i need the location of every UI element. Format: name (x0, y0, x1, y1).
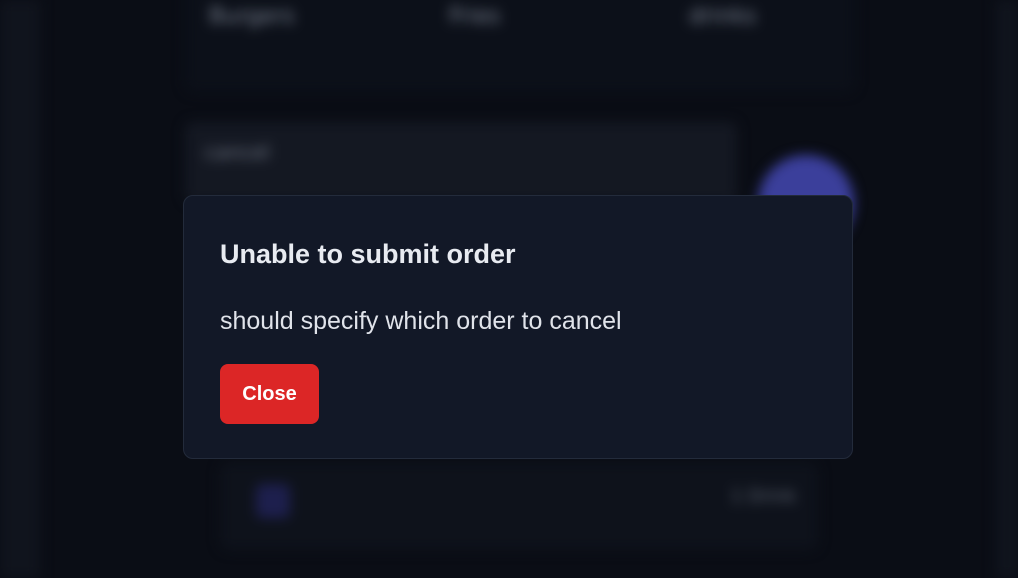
category-fries[interactable]: Fries (449, 4, 500, 29)
close-button[interactable]: Close (220, 364, 319, 424)
category-burgers[interactable]: Burgers (209, 4, 295, 29)
category-drinks[interactable]: drinks (689, 4, 756, 29)
dialog-title: Unable to submit order (220, 239, 516, 269)
drink-icon (256, 484, 290, 518)
order-summary-card: 1 Drink (220, 462, 818, 550)
order-input[interactable]: cancel (185, 122, 737, 202)
order-input-value: cancel (205, 140, 270, 164)
order-summary-label: 1 Drink (730, 486, 796, 507)
background-side-left (0, 0, 40, 578)
background-side-right (996, 0, 1018, 578)
error-dialog: Unable to submit order should specify wh… (183, 195, 853, 459)
dialog-message: should specify which order to cancel (220, 307, 622, 335)
page: ■■■ ■ ■ ■■■ ■ ■ ■■■ ■ ■ Burgers Fries dr… (0, 0, 1018, 578)
category-card: ■■■ ■ ■ ■■■ ■ ■ ■■■ ■ ■ Burgers Fries dr… (185, 0, 855, 92)
